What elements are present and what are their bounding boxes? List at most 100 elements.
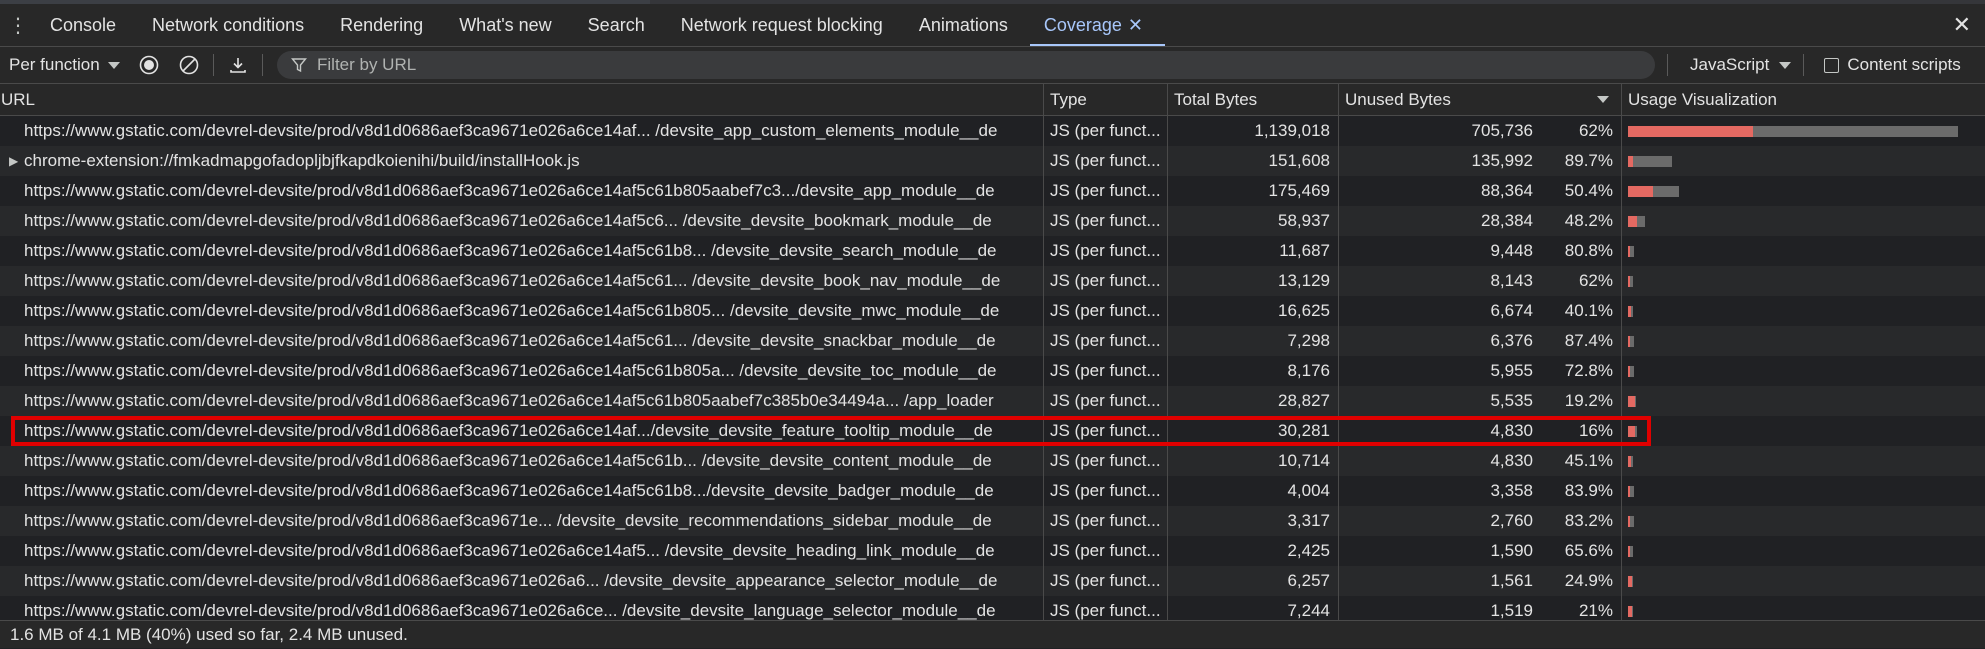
column-header-unused-bytes[interactable]: Unused Bytes bbox=[1339, 84, 1622, 115]
tab-label: Console bbox=[50, 15, 117, 35]
expand-triangle-icon[interactable]: ▶ bbox=[9, 146, 18, 176]
usage-bar-unused bbox=[1653, 186, 1679, 197]
table-row[interactable]: https://www.gstatic.com/devrel-devsite/p… bbox=[0, 296, 1985, 326]
column-header-usage-visualization[interactable]: Usage Visualization bbox=[1622, 84, 1985, 115]
unused-percent-value: 62% bbox=[1578, 271, 1613, 290]
filter-icon bbox=[291, 57, 307, 73]
table-row[interactable]: https://www.gstatic.com/devrel-devsite/p… bbox=[0, 236, 1985, 266]
table-row[interactable]: https://www.gstatic.com/devrel-devsite/p… bbox=[0, 566, 1985, 596]
close-drawer-icon[interactable]: ✕ bbox=[1953, 12, 1971, 38]
usage-visualization-cell bbox=[1622, 296, 1985, 326]
table-row[interactable]: https://www.gstatic.com/devrel-devsite/p… bbox=[0, 326, 1985, 356]
table-row[interactable]: https://www.gstatic.com/devrel-devsite/p… bbox=[0, 416, 1985, 446]
type-cell: JS (per funct... bbox=[1044, 176, 1168, 206]
total-bytes-cell: 1,139,018 bbox=[1168, 116, 1339, 146]
content-scripts-toggle[interactable]: Content scripts bbox=[1824, 55, 1961, 75]
export-button[interactable] bbox=[218, 55, 258, 75]
table-row[interactable]: https://www.gstatic.com/devrel-devsite/p… bbox=[0, 116, 1985, 146]
tab-label: Network request blocking bbox=[680, 15, 883, 35]
url-cell: https://www.gstatic.com/devrel-devsite/p… bbox=[0, 446, 1044, 476]
tab-list: Console Network conditions Rendering What's… bbox=[36, 4, 1166, 46]
unused-bytes-cell: 6,674 40.1% bbox=[1339, 296, 1622, 326]
column-header-type[interactable]: Type bbox=[1044, 84, 1168, 115]
url-text: chrome-extension://fmkadmapgofadopljbjfk… bbox=[24, 151, 580, 170]
url-cell: https://www.gstatic.com/devrel-devsite/p… bbox=[0, 206, 1044, 236]
coverage-type-select-label: Per function bbox=[9, 55, 100, 74]
unused-percent-value: 87.4% bbox=[1564, 331, 1613, 350]
table-row[interactable]: https://www.gstatic.com/devrel-devsite/p… bbox=[0, 506, 1985, 536]
usage-bar-unused bbox=[1636, 216, 1646, 227]
clear-button[interactable] bbox=[169, 55, 209, 75]
script-type-select[interactable]: JavaScript bbox=[1690, 55, 1792, 75]
unused-bytes-cell: 6,376 87.4% bbox=[1339, 326, 1622, 356]
table-row[interactable]: ▶ chrome-extension://fmkadmapgofadopljbjf… bbox=[0, 146, 1985, 176]
coverage-table-header: URL Type Total Bytes Unused Bytes Usage … bbox=[0, 84, 1985, 116]
unused-bytes-cell: 135,992 89.7% bbox=[1339, 146, 1622, 176]
toolbar-divider bbox=[1803, 54, 1805, 76]
unused-bytes-cell: 4,830 16% bbox=[1339, 416, 1622, 446]
table-row[interactable]: https://www.gstatic.com/devrel-devsite/p… bbox=[0, 386, 1985, 416]
tab-console[interactable]: Console bbox=[36, 4, 138, 46]
tab-label: Network conditions bbox=[152, 15, 305, 35]
table-row[interactable]: https://www.gstatic.com/devrel-devsite/p… bbox=[0, 446, 1985, 476]
usage-visualization-cell bbox=[1622, 416, 1985, 446]
table-row[interactable]: https://www.gstatic.com/devrel-devsite/p… bbox=[0, 176, 1985, 206]
table-row[interactable]: https://www.gstatic.com/devrel-devsite/p… bbox=[0, 356, 1985, 386]
tab-label: What's new bbox=[459, 15, 552, 35]
sort-descending-icon bbox=[1597, 96, 1609, 103]
tab-coverage[interactable]: Coverage ✕ bbox=[1029, 4, 1166, 46]
usage-bar-used bbox=[1628, 426, 1636, 437]
url-filter-input[interactable] bbox=[315, 54, 1319, 76]
table-row[interactable]: https://www.gstatic.com/devrel-devsite/p… bbox=[0, 536, 1985, 566]
usage-visualization-cell bbox=[1622, 326, 1985, 356]
url-text: https://www.gstatic.com/devrel-devsite/p… bbox=[24, 391, 994, 410]
usage-bar-used bbox=[1628, 216, 1637, 227]
table-row[interactable]: https://www.gstatic.com/devrel-devsite/p… bbox=[0, 206, 1985, 236]
tab-label: Rendering bbox=[340, 15, 424, 35]
tab-rendering[interactable]: Rendering bbox=[326, 4, 445, 46]
url-text: https://www.gstatic.com/devrel-devsite/p… bbox=[24, 571, 998, 590]
usage-bar bbox=[1628, 396, 1637, 407]
tab-label: Coverage bbox=[1043, 15, 1122, 35]
column-header-url[interactable]: URL bbox=[0, 84, 1044, 115]
type-cell: JS (per funct... bbox=[1044, 506, 1168, 536]
coverage-type-select[interactable]: Per function bbox=[0, 55, 129, 75]
column-header-total-bytes[interactable]: Total Bytes bbox=[1168, 84, 1339, 115]
total-bytes-cell: 151,608 bbox=[1168, 146, 1339, 176]
url-cell: https://www.gstatic.com/devrel-devsite/p… bbox=[0, 296, 1044, 326]
type-cell: JS (per funct... bbox=[1044, 266, 1168, 296]
unused-bytes-cell: 4,830 45.1% bbox=[1339, 446, 1622, 476]
record-button[interactable] bbox=[129, 55, 169, 75]
total-bytes-cell: 8,176 bbox=[1168, 356, 1339, 386]
tab-network-conditions[interactable]: Network conditions bbox=[138, 4, 326, 46]
tab-what-s-new[interactable]: What's new bbox=[445, 4, 573, 46]
table-row[interactable]: https://www.gstatic.com/devrel-devsite/p… bbox=[0, 266, 1985, 296]
usage-bar-used bbox=[1628, 126, 1754, 137]
tab-animations[interactable]: Animations bbox=[905, 4, 1030, 46]
type-cell: JS (per funct... bbox=[1044, 416, 1168, 446]
table-row[interactable]: https://www.gstatic.com/devrel-devsite/p… bbox=[0, 476, 1985, 506]
usage-bar bbox=[1628, 126, 1958, 137]
unused-percent-value: 80.8% bbox=[1564, 241, 1613, 260]
tab-label: Search bbox=[587, 15, 645, 35]
more-tabs-icon[interactable]: ⋮ bbox=[0, 13, 36, 38]
url-filter[interactable] bbox=[277, 51, 1655, 79]
tab-label: Animations bbox=[918, 15, 1008, 35]
usage-visualization-cell bbox=[1622, 236, 1985, 266]
content-scripts-checkbox[interactable] bbox=[1824, 57, 1840, 73]
unused-bytes-cell: 5,535 19.2% bbox=[1339, 386, 1622, 416]
url-text: https://www.gstatic.com/devrel-devsite/p… bbox=[24, 601, 996, 620]
url-text: https://www.gstatic.com/devrel-devsite/p… bbox=[24, 451, 992, 470]
unused-percent-value: 40.1% bbox=[1564, 301, 1613, 320]
total-bytes-cell: 6,257 bbox=[1168, 566, 1339, 596]
type-cell: JS (per funct... bbox=[1044, 296, 1168, 326]
close-tab-icon[interactable]: ✕ bbox=[1128, 15, 1143, 35]
usage-visualization-cell bbox=[1622, 206, 1985, 236]
usage-bar bbox=[1628, 366, 1634, 377]
url-cell: https://www.gstatic.com/devrel-devsite/p… bbox=[0, 356, 1044, 386]
url-cell: https://www.gstatic.com/devrel-devsite/p… bbox=[0, 416, 1044, 446]
tab-search[interactable]: Search bbox=[574, 4, 667, 46]
tab-network-request-blocking[interactable]: Network request blocking bbox=[667, 4, 905, 46]
type-cell: JS (per funct... bbox=[1044, 446, 1168, 476]
total-bytes-cell: 58,937 bbox=[1168, 206, 1339, 236]
